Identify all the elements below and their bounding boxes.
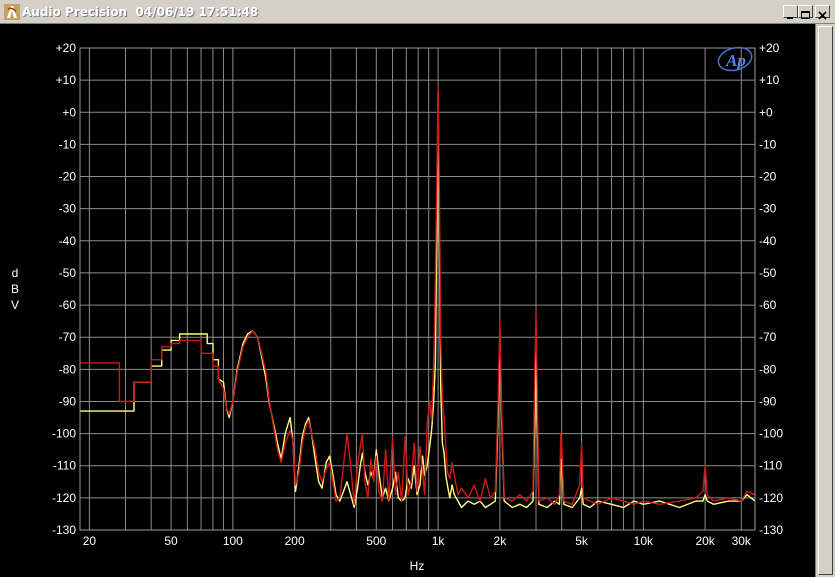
ylabel-left-b: B xyxy=(11,282,19,296)
title-bar[interactable]: Audio Precision 04/06/19 17:51:48 xyxy=(0,0,835,24)
y-tick-label-right: -10 xyxy=(759,137,777,151)
y-tick-label: -130 xyxy=(52,523,76,537)
x-tick-label: 5k xyxy=(575,534,589,548)
y-tick-label-right: -30 xyxy=(759,202,777,216)
y-tick-label: -110 xyxy=(53,459,76,473)
y-tick-label: +0 xyxy=(62,105,76,119)
y-tick-label-right: -90 xyxy=(759,394,777,408)
x-tick-label: 100 xyxy=(223,534,243,548)
maximize-icon xyxy=(801,11,810,19)
y-tick-label: -70 xyxy=(59,330,77,344)
x-tick-label: 2k xyxy=(494,534,508,548)
y-tick-label: -100 xyxy=(52,427,76,441)
x-tick-label: 20 xyxy=(83,534,97,548)
y-tick-label-right: -60 xyxy=(759,298,777,312)
ylabel-left-d: d xyxy=(12,266,19,280)
maximize-button[interactable] xyxy=(798,5,813,19)
y-tick-label: -60 xyxy=(59,298,77,312)
y-tick-label: -90 xyxy=(59,394,77,408)
y-tick-label-right: -120 xyxy=(759,491,783,505)
y-tick-label: -10 xyxy=(59,137,77,151)
x-tick-label: 30k xyxy=(732,534,752,548)
minimize-icon xyxy=(787,17,793,19)
x-tick-label: 200 xyxy=(285,534,305,548)
x-tick-label: 500 xyxy=(366,534,386,548)
y-tick-label-right: +10 xyxy=(759,73,780,87)
x-axis-label: Hz xyxy=(410,559,425,573)
y-tick-label-right: -130 xyxy=(759,523,783,537)
vertical-scrollbar[interactable] xyxy=(815,24,835,577)
spectrum-chart: +20 +10 +0 -10 -20 -30 -40 -50 -60 -70 -80 -90 -100 -… xyxy=(0,24,815,577)
window-title: Audio Precision 04/06/19 17:51:48 xyxy=(22,5,259,19)
audio-precision-icon xyxy=(4,4,20,20)
y-tick-label-right: +0 xyxy=(759,105,773,119)
y-tick-label-right: -100 xyxy=(759,427,783,441)
x-tick-label: 10k xyxy=(634,534,654,548)
y-tick-label-right: -40 xyxy=(759,234,777,248)
y-tick-label: -30 xyxy=(59,202,77,216)
y-tick-label: -20 xyxy=(59,170,77,184)
ylabel-left-v: V xyxy=(11,298,19,312)
x-tick-label: 20k xyxy=(695,534,715,548)
y-tick-label: -40 xyxy=(59,234,77,248)
y-tick-label: -80 xyxy=(59,362,77,376)
y-tick-label: +20 xyxy=(56,41,77,55)
y-tick-label-right: -50 xyxy=(759,266,777,280)
ylabel-left: d B V xyxy=(11,266,19,312)
close-button[interactable] xyxy=(815,5,830,20)
minimize-button[interactable] xyxy=(783,5,798,19)
x-tick-label: 1k xyxy=(432,534,446,548)
close-icon xyxy=(818,11,827,20)
app-window: Audio Precision 04/06/19 17:51:48 +20 +10… xyxy=(0,0,835,577)
y-tick-label-right: -20 xyxy=(759,170,777,184)
y-tick-label: -120 xyxy=(52,491,76,505)
x-tick-label: 50 xyxy=(164,534,178,548)
y-tick-label-right: -110 xyxy=(759,459,782,473)
y-tick-label: +10 xyxy=(56,73,77,87)
y-tick-label-right: -80 xyxy=(759,362,777,376)
y-tick-label: -50 xyxy=(59,266,77,280)
y-tick-label-right: -70 xyxy=(759,330,777,344)
ap-logo-text: Ap xyxy=(725,51,746,70)
scrollbar-thumb[interactable] xyxy=(818,26,833,575)
y-tick-label-right: +20 xyxy=(759,41,780,55)
